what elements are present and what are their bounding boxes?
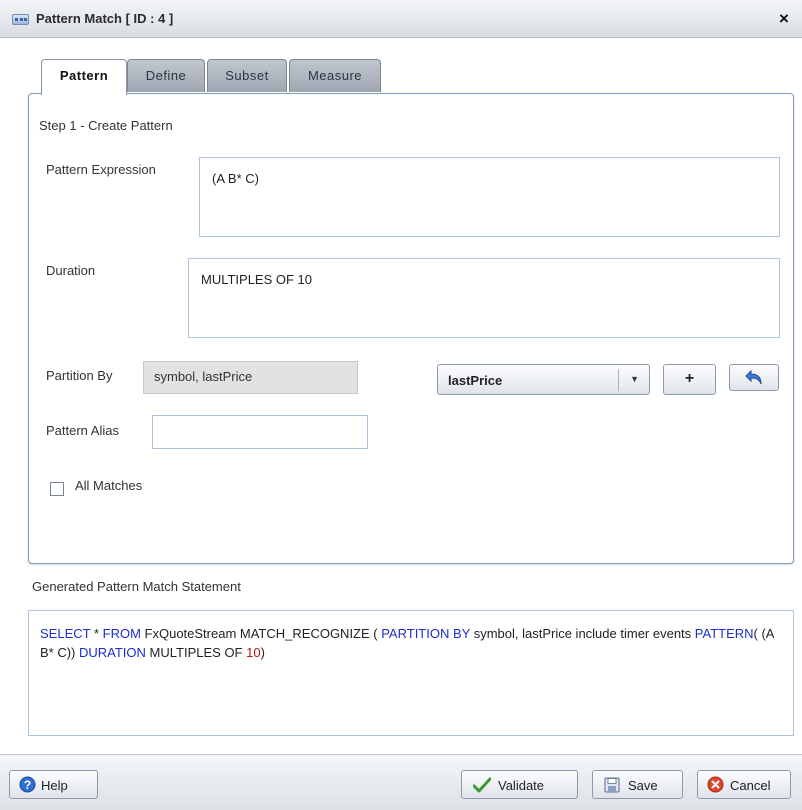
add-partition-button[interactable]: + xyxy=(663,364,716,395)
help-button[interactable]: ? Help xyxy=(9,770,98,799)
statement-number: 10 xyxy=(246,645,261,660)
checkmark-icon xyxy=(473,777,491,793)
partition-by-label: Partition By xyxy=(46,368,113,383)
save-label: Save xyxy=(628,778,658,793)
pattern-alias-input[interactable] xyxy=(152,415,368,449)
attribute-dropdown[interactable]: lastPrice ▼ xyxy=(437,364,650,395)
statement-text: ) xyxy=(260,645,265,660)
tab-define[interactable]: Define xyxy=(127,59,205,92)
dialog-title: Pattern Match [ ID : 4 ] xyxy=(36,11,174,26)
undo-button[interactable] xyxy=(729,364,779,391)
validate-button[interactable]: Validate xyxy=(461,770,578,799)
keyword-duration: DURATION xyxy=(79,645,146,660)
all-matches-checkbox[interactable] xyxy=(50,482,64,496)
chevron-down-icon: ▼ xyxy=(630,374,639,384)
dialog-footer: ? Help Validate Save Cancel xyxy=(0,754,802,810)
cancel-label: Cancel xyxy=(730,778,771,793)
svg-text:?: ? xyxy=(24,778,31,792)
window-app-icon xyxy=(12,14,29,25)
duration-label: Duration xyxy=(46,263,96,278)
statement-text: MULTIPLES OF xyxy=(145,645,247,660)
pattern-expression-field[interactable]: (A B* C) xyxy=(199,157,780,237)
floppy-disk-icon xyxy=(604,777,620,793)
keyword-from: FROM xyxy=(102,626,141,641)
generated-statement-heading: Generated Pattern Match Statement xyxy=(32,579,241,594)
keyword-partition-by: PARTITION BY xyxy=(381,626,471,641)
save-button[interactable]: Save xyxy=(592,770,683,799)
cancel-button[interactable]: Cancel xyxy=(697,770,791,799)
keyword-pattern: PATTERN xyxy=(694,626,754,641)
cancel-icon xyxy=(707,776,724,793)
attribute-dropdown-value: lastPrice xyxy=(448,373,503,388)
pattern-alias-label: Pattern Alias xyxy=(46,423,119,438)
plus-icon: + xyxy=(684,370,695,387)
statement-text: * xyxy=(90,626,103,641)
undo-arrow-icon xyxy=(745,369,762,385)
statement-text: FxQuoteStream MATCH_RECOGNIZE ( xyxy=(140,626,382,641)
tab-pattern[interactable]: Pattern xyxy=(41,59,127,95)
generated-statement-box: SELECT * FROM FxQuoteStream MATCH_RECOGN… xyxy=(28,610,794,736)
pattern-expression-label: Pattern Expression xyxy=(46,162,156,177)
duration-field[interactable]: MULTIPLES OF 10 xyxy=(188,258,780,338)
partition-by-field: symbol, lastPrice xyxy=(143,361,358,394)
all-matches-label: All Matches xyxy=(75,478,143,493)
close-icon[interactable]: × xyxy=(774,9,794,29)
keyword-select: SELECT xyxy=(40,626,91,641)
tab-subset[interactable]: Subset xyxy=(207,59,287,92)
tab-measure[interactable]: Measure xyxy=(289,59,381,92)
statement-text: symbol, lastPrice include timer events xyxy=(470,626,695,641)
step-heading: Step 1 - Create Pattern xyxy=(39,118,173,133)
dialog-title-bar: Pattern Match [ ID : 4 ] × xyxy=(0,0,802,38)
validate-label: Validate xyxy=(498,778,545,793)
help-label: Help xyxy=(41,778,68,793)
help-icon: ? xyxy=(19,776,36,793)
